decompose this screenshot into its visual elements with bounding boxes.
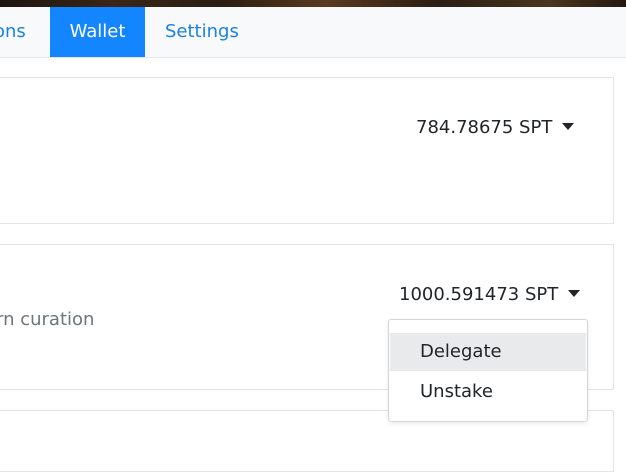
tab-transactions[interactable]: ons — [0, 7, 50, 57]
balance-amount-label: 784.78675 SPT — [416, 117, 553, 138]
tab-bar: ons Wallet Settings — [0, 7, 626, 58]
header-banner — [0, 0, 626, 7]
caret-down-icon — [568, 290, 581, 297]
staked-amount-dropdown[interactable]: 1000.591473 SPT — [399, 284, 581, 305]
delegate-menu-item[interactable]: Delegate — [390, 333, 586, 371]
balance-card — [0, 77, 614, 224]
balance-amount-dropdown[interactable]: 784.78675 SPT — [416, 117, 575, 138]
unstake-menu-item[interactable]: Unstake — [390, 373, 586, 411]
staked-amount-label: 1000.591473 SPT — [399, 284, 559, 305]
staked-description: rn curation — [0, 309, 95, 330]
caret-down-icon — [562, 123, 575, 130]
tab-settings[interactable]: Settings — [165, 7, 239, 57]
tab-wallet[interactable]: Wallet — [50, 7, 145, 57]
stake-actions-menu: Delegate Unstake — [388, 319, 588, 422]
